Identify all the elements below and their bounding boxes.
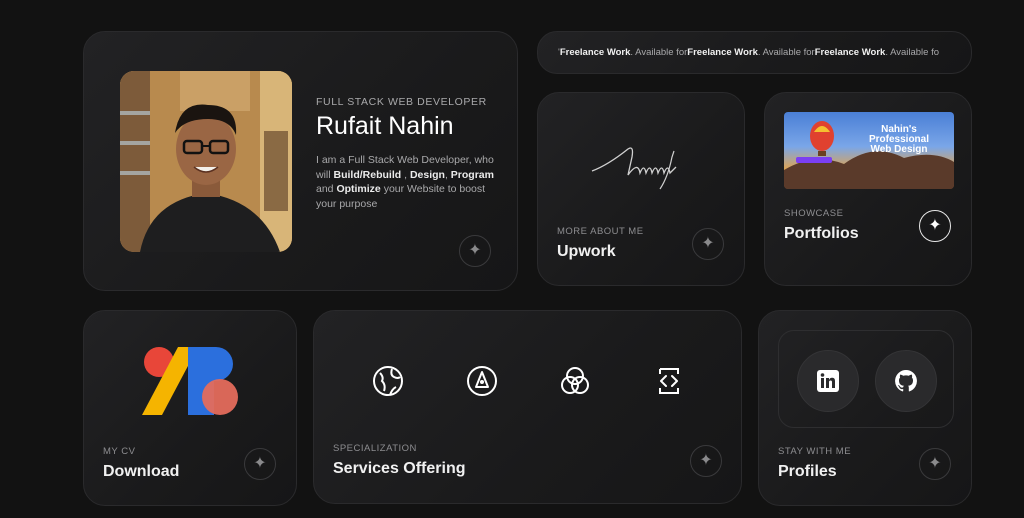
profiles-arrow-button[interactable]: ✦ xyxy=(919,448,951,480)
hero-bio: I am a Full Stack Web Developer, who wil… xyxy=(316,154,494,210)
hero-role: FULL STACK WEB DEVELOPER xyxy=(316,96,487,108)
sparkle-icon: ✦ xyxy=(928,217,942,234)
pen-nib-icon xyxy=(467,366,497,396)
sparkle-icon: ✦ xyxy=(701,235,715,252)
sparkle-icon: ✦ xyxy=(699,452,713,469)
linkedin-button[interactable] xyxy=(797,350,859,412)
upwork-arrow-button[interactable]: ✦ xyxy=(692,228,724,260)
profiles-card[interactable]: STAY WITH ME Profiles ✦ xyxy=(758,310,972,506)
globe-icon xyxy=(373,366,403,396)
cv-card[interactable]: MY CV Download ✦ xyxy=(83,310,297,506)
cv-arrow-button[interactable]: ✦ xyxy=(244,448,276,480)
profiles-eyebrow: STAY WITH ME xyxy=(778,446,852,457)
sparkle-icon: ✦ xyxy=(253,455,267,472)
services-title: Services Offering xyxy=(333,460,466,477)
social-links-box xyxy=(778,330,954,428)
services-card[interactable]: SPECIALIZATION Services Offering ✦ xyxy=(313,310,742,504)
cv-eyebrow: MY CV xyxy=(103,446,136,457)
hero-arrow-button[interactable]: ✦ xyxy=(459,235,491,267)
code-icon xyxy=(659,368,679,394)
github-button[interactable] xyxy=(875,350,937,412)
color-circles-icon xyxy=(561,367,589,394)
profile-photo xyxy=(120,71,292,252)
linkedin-icon xyxy=(817,370,839,392)
github-icon xyxy=(895,370,917,392)
portfolios-card[interactable]: Nahin's Professional Web Design SHOWCASE… xyxy=(764,92,972,286)
profiles-title: Profiles xyxy=(778,463,837,480)
upwork-eyebrow: MORE ABOUT ME xyxy=(557,226,644,237)
portfolios-title: Portfolios xyxy=(784,225,859,242)
hero-name: Rufait Nahin xyxy=(316,112,454,140)
freelance-ticker: ' Freelance Work . Available for Freelanc… xyxy=(537,31,972,74)
hero-card: FULL STACK WEB DEVELOPER Rufait Nahin I … xyxy=(83,31,518,291)
services-eyebrow: SPECIALIZATION xyxy=(333,443,417,454)
services-arrow-button[interactable]: ✦ xyxy=(690,445,722,477)
signature-icon xyxy=(591,147,677,190)
upwork-title: Upwork xyxy=(557,243,616,260)
cv-title: Download xyxy=(103,463,180,480)
sparkle-icon: ✦ xyxy=(468,242,482,259)
portfolios-arrow-button[interactable]: ✦ xyxy=(919,210,951,242)
portfolios-eyebrow: SHOWCASE xyxy=(784,208,844,219)
portfolio-thumbnail: Nahin's Professional Web Design xyxy=(784,112,954,189)
sparkle-icon: ✦ xyxy=(928,455,942,472)
upwork-card[interactable]: MORE ABOUT ME Upwork ✦ xyxy=(537,92,745,286)
cv-logo-icon xyxy=(142,347,238,415)
